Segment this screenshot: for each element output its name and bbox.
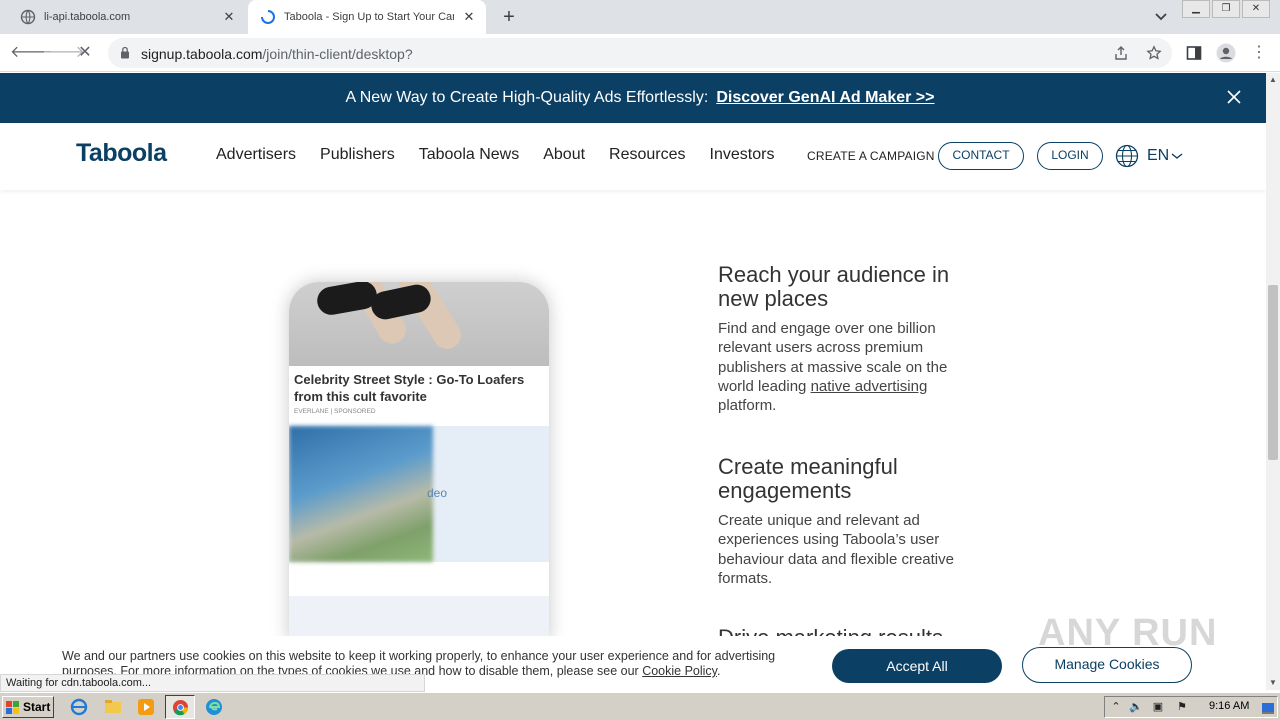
chrome-menu-icon[interactable]: ⋮ — [1248, 42, 1270, 64]
tray-expand-icon[interactable]: ⌃ — [1109, 700, 1123, 714]
show-desktop-icon[interactable] — [1261, 701, 1275, 715]
chrome-icon — [172, 699, 189, 716]
feature-title: Reach your audience in new places — [718, 262, 950, 311]
start-label: Start — [23, 700, 51, 714]
site-header: Taboola Advertisers Publishers Taboola N… — [0, 123, 1266, 190]
url-host: signup.taboola.com — [141, 46, 263, 62]
nav-publishers[interactable]: Publishers — [320, 146, 395, 164]
loading-spinner-icon — [261, 10, 275, 24]
language-selector[interactable]: EN — [1147, 147, 1169, 165]
scrollbar-thumb[interactable] — [1268, 285, 1278, 460]
feature-title: Create meaningful engagements — [718, 454, 898, 503]
internet-explorer-icon[interactable] — [70, 698, 88, 716]
login-button[interactable]: LOGIN — [1037, 142, 1103, 170]
tab-close-icon[interactable]: ✕ — [462, 10, 476, 24]
tab-title: Taboola - Sign Up to Start Your Campaign — [284, 11, 454, 23]
feature-body-end: platform. — [718, 397, 777, 415]
feature-body: Create unique and relevant ad experience… — [718, 512, 954, 587]
bookmark-star-icon[interactable] — [1146, 45, 1162, 61]
browser-tab-li-api[interactable]: li-api.taboola.com ✕ — [8, 0, 246, 34]
tab-close-icon[interactable]: ✕ — [222, 10, 236, 24]
edge-icon[interactable] — [205, 698, 223, 716]
action-center-flag-icon[interactable]: ⚑ — [1175, 700, 1189, 714]
close-icon[interactable] — [1226, 89, 1242, 105]
restore-button[interactable]: ❐ — [1212, 0, 1240, 18]
lock-icon[interactable] — [120, 46, 130, 59]
create-campaign-link[interactable]: CREATE A CAMPAIGN — [807, 149, 935, 163]
loafers-photo — [289, 282, 549, 366]
nav-investors[interactable]: Investors — [710, 146, 775, 164]
nav-taboola-news[interactable]: Taboola News — [419, 146, 520, 164]
network-icon[interactable]: ▣ — [1151, 700, 1165, 714]
url-text[interactable]: signup.taboola.com/join/thin-client/desk… — [141, 46, 413, 62]
accept-all-button[interactable]: Accept All — [832, 649, 1002, 683]
scroll-down-arrow-icon[interactable]: ▼ — [1266, 676, 1280, 690]
promo-text: A New Way to Create High-Quality Ads Eff… — [345, 89, 709, 106]
stop-loading-icon[interactable]: ✕ — [74, 42, 96, 64]
main-nav: Advertisers Publishers Taboola News Abou… — [216, 146, 798, 164]
chevron-down-icon[interactable] — [1170, 151, 1184, 161]
browser-tab-taboola[interactable]: Taboola - Sign Up to Start Your Campaign… — [248, 0, 486, 34]
start-button[interactable]: Start — [2, 696, 54, 718]
tab-title: li-api.taboola.com — [44, 11, 131, 23]
feature-body: Find and engage over one billion relevan… — [718, 319, 978, 415]
address-toolbar: 🡐 🡒 ✕ signup.taboola.com/join/thin-clien… — [0, 34, 1280, 72]
file-explorer-icon[interactable] — [104, 698, 122, 716]
browser-status-bar: Waiting for cdn.taboola.com... — [0, 674, 425, 692]
nav-resources[interactable]: Resources — [609, 146, 685, 164]
cookie-message-end: . — [717, 664, 721, 678]
close-window-button[interactable]: ✕ — [1242, 0, 1270, 18]
window-controls: ▁ ❐ ✕ — [1180, 0, 1280, 18]
globe-icon[interactable] — [1115, 144, 1139, 168]
windows-taskbar: Start ⌃ 🔈 ▣ ⚑ 9:16 AM — [0, 692, 1280, 720]
scroll-up-arrow-icon[interactable]: ▲ — [1266, 73, 1280, 87]
profile-avatar-icon[interactable] — [1216, 43, 1236, 63]
feature-engagements: Create meaningful engagements Create uni… — [718, 455, 978, 588]
browser-tab-strip: li-api.taboola.com ✕ Taboola - Sign Up t… — [0, 0, 1280, 34]
nav-advertisers[interactable]: Advertisers — [216, 146, 296, 164]
volume-icon[interactable]: 🔈 — [1129, 700, 1143, 714]
ad-headline: Celebrity Street Style : Go-To Loafers f… — [294, 372, 525, 404]
anyrun-watermark: ANY RUN — [1038, 612, 1218, 654]
tab-search-chevron-icon[interactable] — [1152, 9, 1170, 25]
globe-favicon-icon — [20, 9, 36, 25]
windows-logo-icon — [6, 701, 19, 714]
promo-banner: A New Way to Create High-Quality Ads Eff… — [0, 73, 1280, 123]
nav-about[interactable]: About — [543, 146, 585, 164]
url-path: /join/thin-client/desktop? — [262, 46, 413, 62]
feature-reach: Reach your audience in new places Find a… — [718, 263, 978, 415]
contact-button[interactable]: CONTACT — [938, 142, 1024, 170]
video-label: deo — [427, 486, 448, 500]
cookie-policy-link[interactable]: Cookie Policy — [642, 664, 717, 678]
taskbar-chrome-button[interactable] — [165, 695, 195, 719]
minimize-button[interactable]: ▁ — [1182, 0, 1210, 18]
ad-sponsor-label: EVERLANE | SPONSORED — [294, 408, 376, 415]
taboola-logo[interactable]: Taboola — [76, 139, 167, 168]
phone-ad-mockup: Celebrity Street Style : Go-To Loafers f… — [289, 282, 549, 642]
native-advertising-link[interactable]: native advertising — [811, 378, 928, 395]
system-tray: ⌃ 🔈 ▣ ⚑ 9:16 AM — [1104, 696, 1278, 718]
forward-arrow-icon[interactable]: 🡒 — [42, 42, 85, 64]
share-icon[interactable] — [1113, 45, 1129, 61]
blurred-landscape-image — [289, 426, 433, 562]
clock[interactable]: 9:16 AM — [1209, 700, 1249, 712]
promo-link[interactable]: Discover GenAI Ad Maker >> — [716, 89, 934, 107]
video-ad-thumbnail: deo — [289, 426, 549, 562]
media-player-icon[interactable] — [137, 698, 155, 716]
side-panel-icon[interactable] — [1186, 45, 1202, 61]
address-bar[interactable]: signup.taboola.com/join/thin-client/desk… — [108, 38, 1172, 68]
new-tab-button[interactable]: + — [498, 6, 520, 28]
back-arrow-icon[interactable]: 🡐 — [10, 42, 53, 64]
